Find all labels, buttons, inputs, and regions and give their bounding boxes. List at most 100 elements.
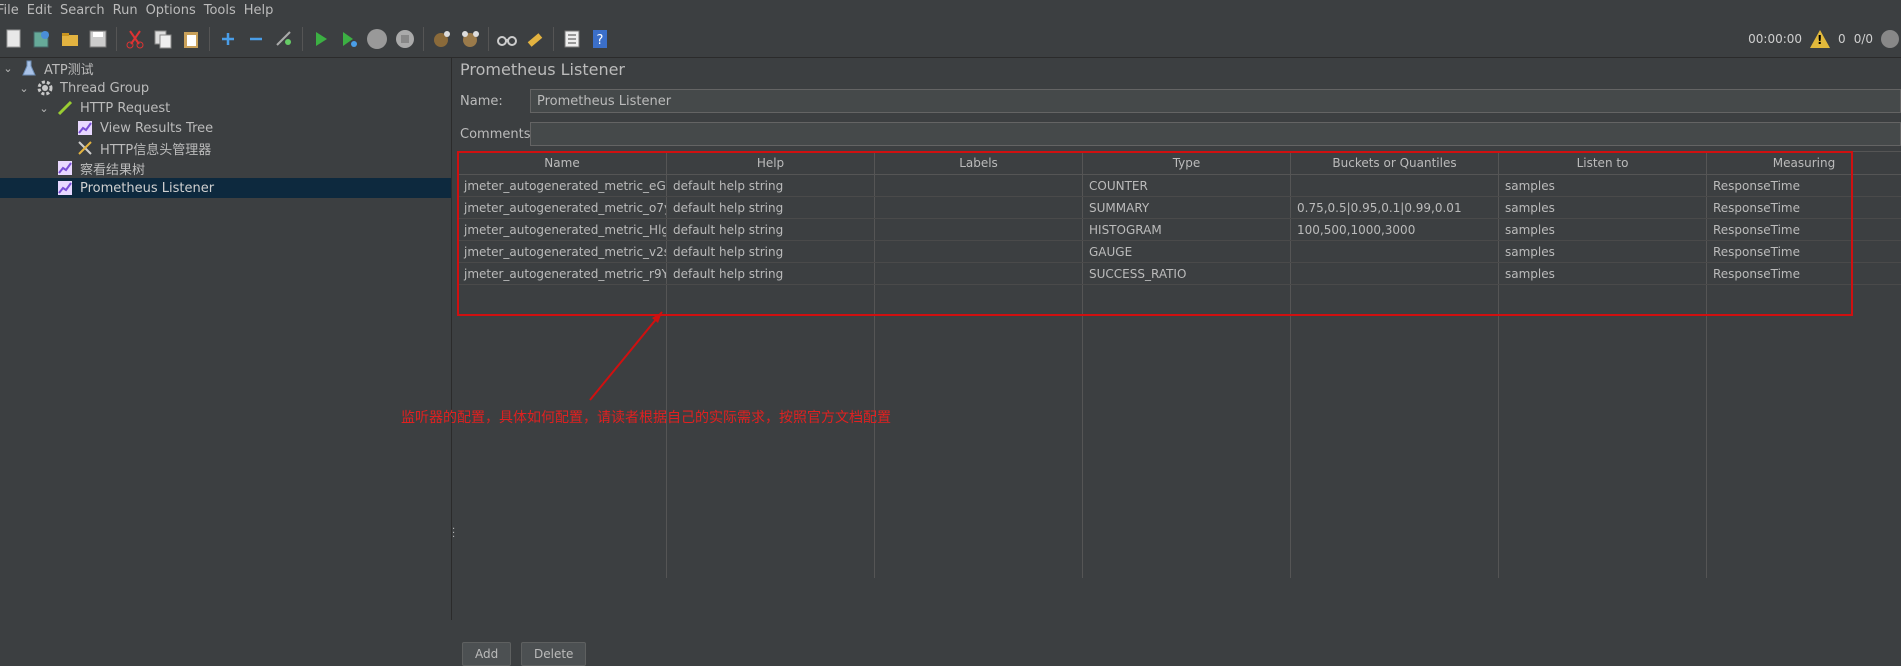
column-header-measuring[interactable]: Measuring	[1707, 152, 1901, 174]
function-helper-icon[interactable]	[558, 25, 586, 53]
cell-buckets[interactable]	[1291, 175, 1499, 196]
cell-name[interactable]: jmeter_autogenerated_metric_r9YO...	[458, 263, 667, 284]
splitter-handle-icon[interactable]: · · ·	[452, 525, 456, 543]
copy-icon[interactable]	[149, 25, 177, 53]
cell-measuring[interactable]: ResponseTime	[1707, 219, 1901, 240]
cell-name[interactable]: jmeter_autogenerated_metric_o7ya...	[458, 197, 667, 218]
column-header-labels[interactable]: Labels	[875, 152, 1083, 174]
menu-tools[interactable]: Tools	[204, 3, 244, 18]
cell-name[interactable]: jmeter_autogenerated_metric_Hlg...	[458, 219, 667, 240]
cell-help[interactable]: default help string	[667, 219, 875, 240]
help-icon[interactable]: ?	[586, 25, 614, 53]
table-row[interactable]: jmeter_autogenerated_metric_o7ya... defa…	[458, 197, 1901, 219]
stop-icon[interactable]	[363, 25, 391, 53]
cell-name[interactable]: jmeter_autogenerated_metric_v2sK...	[458, 241, 667, 262]
table-row[interactable]: jmeter_autogenerated_metric_v2sK... defa…	[458, 241, 1901, 263]
start-no-pauses-icon[interactable]	[335, 25, 363, 53]
menu-options[interactable]: Options	[146, 3, 204, 18]
clear-all-icon[interactable]	[456, 25, 484, 53]
tree-item-prometheus-listener[interactable]: Prometheus Listener	[0, 178, 451, 198]
cell-labels[interactable]	[875, 241, 1083, 262]
delete-button[interactable]: Delete	[521, 642, 587, 666]
column-header-name[interactable]: Name	[458, 152, 667, 174]
table-row[interactable]: jmeter_autogenerated_metric_r9YO... defa…	[458, 263, 1901, 285]
tree-item-test-plan[interactable]: ⌄ ATP测试	[2, 58, 94, 78]
cell-measuring[interactable]: ResponseTime	[1707, 197, 1901, 218]
cell-listen-to[interactable]: samples	[1499, 219, 1707, 240]
tree-item-label: View Results Tree	[100, 120, 214, 136]
cell-help[interactable]: default help string	[667, 263, 875, 284]
shutdown-icon[interactable]	[391, 25, 419, 53]
expand-icon[interactable]	[214, 25, 242, 53]
toggle-icon[interactable]	[270, 25, 298, 53]
cell-buckets[interactable]: 0.75,0.5|0.95,0.1|0.99,0.01	[1291, 197, 1499, 218]
cell-measuring[interactable]: ResponseTime	[1707, 263, 1901, 284]
chevron-down-icon[interactable]: ⌄	[18, 82, 30, 95]
wrench-icon	[76, 139, 94, 157]
menu-help[interactable]: Help	[244, 3, 282, 18]
cell-name[interactable]: jmeter_autogenerated_metric_eGp...	[458, 175, 667, 196]
new-icon[interactable]	[0, 25, 28, 53]
tree-item-results-tree-cn[interactable]: 察看结果树	[56, 158, 145, 178]
cell-help[interactable]: default help string	[667, 175, 875, 196]
cell-help[interactable]: default help string	[667, 241, 875, 262]
cell-labels[interactable]	[875, 219, 1083, 240]
cell-labels[interactable]	[875, 197, 1083, 218]
tree-item-thread-group[interactable]: ⌄ Thread Group	[18, 78, 149, 98]
warning-icon[interactable]	[1810, 30, 1831, 48]
gear-icon	[36, 79, 54, 97]
cell-type[interactable]: COUNTER	[1083, 175, 1291, 196]
toolbar: ? 00:00:00 0 0/0	[0, 21, 1901, 58]
add-button[interactable]: Add	[462, 642, 512, 666]
cell-buckets[interactable]: 100,500,1000,3000	[1291, 219, 1499, 240]
cell-labels[interactable]	[875, 263, 1083, 284]
menu-search[interactable]: Search	[60, 3, 113, 18]
log-viewer-icon[interactable]	[1881, 30, 1899, 48]
elapsed-time: 00:00:00	[1748, 32, 1803, 46]
cell-buckets[interactable]	[1291, 241, 1499, 262]
menu-edit[interactable]: Edit	[27, 3, 60, 18]
open-icon[interactable]	[56, 25, 84, 53]
reset-search-icon[interactable]	[521, 25, 549, 53]
paste-icon[interactable]	[177, 25, 205, 53]
save-icon[interactable]	[84, 25, 112, 53]
chevron-down-icon[interactable]: ⌄	[38, 102, 50, 115]
search-icon[interactable]	[493, 25, 521, 53]
tree-item-view-results-tree[interactable]: View Results Tree	[76, 118, 213, 138]
column-header-help[interactable]: Help	[667, 152, 875, 174]
tree-item-header-manager[interactable]: HTTP信息头管理器	[76, 138, 211, 158]
name-field[interactable]: Prometheus Listener	[530, 89, 1901, 113]
cell-labels[interactable]	[875, 175, 1083, 196]
cell-type[interactable]: SUMMARY	[1083, 197, 1291, 218]
collapse-icon[interactable]	[242, 25, 270, 53]
cell-listen-to[interactable]: samples	[1499, 263, 1707, 284]
cell-buckets[interactable]	[1291, 263, 1499, 284]
table-header: Name Help Labels Type Buckets or Quantil…	[458, 152, 1901, 175]
toolbar-divider	[302, 27, 303, 51]
cell-help[interactable]: default help string	[667, 197, 875, 218]
column-header-buckets[interactable]: Buckets or Quantiles	[1291, 152, 1499, 174]
cell-measuring[interactable]: ResponseTime	[1707, 241, 1901, 262]
column-header-type[interactable]: Type	[1083, 152, 1291, 174]
cell-measuring[interactable]: ResponseTime	[1707, 175, 1901, 196]
start-icon[interactable]	[307, 25, 335, 53]
comments-field[interactable]	[530, 122, 1901, 146]
templates-icon[interactable]	[28, 25, 56, 53]
clear-icon[interactable]	[428, 25, 456, 53]
chevron-down-icon[interactable]: ⌄	[2, 62, 14, 75]
tree-item-http-request[interactable]: ⌄ HTTP Request	[38, 98, 170, 118]
cell-listen-to[interactable]: samples	[1499, 175, 1707, 196]
cell-type[interactable]: SUCCESS_RATIO	[1083, 263, 1291, 284]
table-row[interactable]: jmeter_autogenerated_metric_eGp... defau…	[458, 175, 1901, 197]
cut-icon[interactable]	[121, 25, 149, 53]
cell-type[interactable]: GAUGE	[1083, 241, 1291, 262]
cell-type[interactable]: HISTOGRAM	[1083, 219, 1291, 240]
annotation-text: 监听器的配置，具体如何配置，请读者根据自己的实际需求，按照官方文档配置	[401, 410, 891, 426]
menu-file[interactable]: File	[0, 3, 27, 18]
cell-listen-to[interactable]: samples	[1499, 197, 1707, 218]
metrics-table: Name Help Labels Type Buckets or Quantil…	[458, 151, 1901, 578]
column-header-listen-to[interactable]: Listen to	[1499, 152, 1707, 174]
menu-run[interactable]: Run	[113, 3, 146, 18]
cell-listen-to[interactable]: samples	[1499, 241, 1707, 262]
table-row[interactable]: jmeter_autogenerated_metric_Hlg... defau…	[458, 219, 1901, 241]
